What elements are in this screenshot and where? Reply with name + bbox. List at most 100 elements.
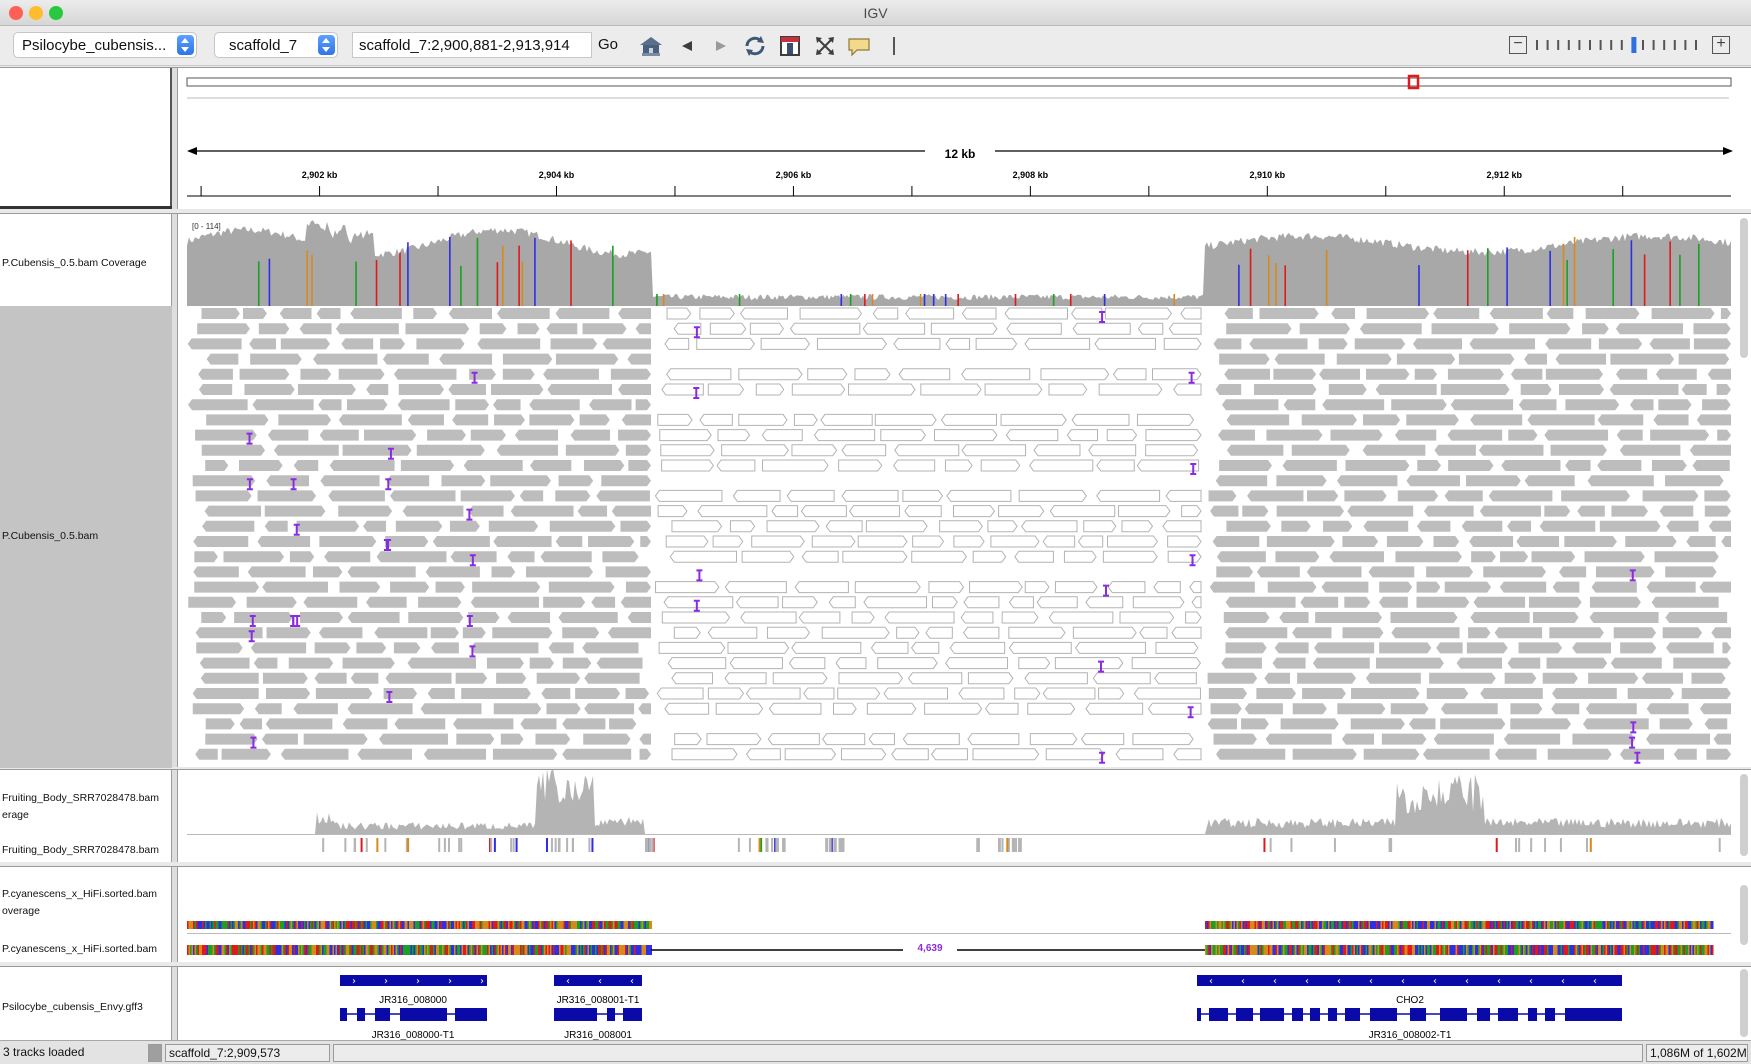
aligned-read — [799, 307, 863, 320]
zoom-slider[interactable] — [1533, 36, 1707, 56]
hifi-coverage-mismatch — [1257, 921, 1259, 929]
aligned-read — [1447, 429, 1503, 441]
aligned-read — [390, 490, 456, 502]
zoom-out-icon[interactable]: − — [1509, 36, 1527, 54]
track-name-gff[interactable]: Psilocybe_cubensis_Envy.gff3 — [2, 1001, 143, 1013]
fruiting-scrollbar[interactable] — [1740, 774, 1748, 856]
aligned-read — [1585, 308, 1640, 319]
aligned-read — [1721, 536, 1731, 547]
hifi-coverage-mismatch — [1424, 921, 1426, 929]
hifi-read-mismatch — [616, 945, 618, 955]
aligned-read — [596, 657, 643, 669]
ruler[interactable]: 12 kb 2,902 kb 2,904 kb 2,906 kb 2,908 kb 2,… — [185, 68, 1737, 210]
fit-window-icon[interactable] — [812, 33, 838, 59]
back-icon[interactable] — [674, 33, 700, 59]
alignment-scrollbar[interactable] — [1740, 218, 1748, 358]
aligned-read — [625, 581, 651, 593]
hifi-coverage-mismatch — [1347, 921, 1349, 929]
hifi-read-mismatch — [1323, 945, 1325, 955]
hifi-coverage-mismatch — [1311, 921, 1313, 929]
hifi-read-mismatch — [1623, 945, 1625, 955]
forward-icon[interactable] — [708, 33, 734, 59]
aligned-read — [1006, 322, 1062, 335]
hifi-read-mismatch — [1565, 945, 1567, 955]
track-name-hifi-coverage[interactable]: P.cyanescens_x_HiFi.sorted.bam — [2, 888, 157, 900]
aligned-read — [1544, 505, 1571, 517]
aligned-read — [1582, 323, 1609, 335]
hifi-scrollbar[interactable] — [1740, 885, 1748, 945]
aligned-read — [910, 641, 940, 654]
hifi-read-mismatch — [640, 945, 642, 955]
hifi-read-mismatch — [1514, 945, 1516, 955]
aligned-read — [1616, 429, 1643, 441]
hifi-read-mismatch — [286, 945, 288, 955]
hifi-read-mismatch — [196, 945, 198, 955]
home-icon[interactable] — [638, 33, 664, 59]
hifi-coverage-mismatch — [1274, 921, 1276, 929]
aligned-read — [529, 460, 572, 471]
hifi-coverage-mismatch — [1458, 921, 1460, 929]
genome-dropdown-stepper-icon[interactable] — [177, 35, 194, 55]
hifi-read-mismatch — [446, 945, 448, 955]
aligned-read — [820, 413, 873, 426]
aligned-read — [605, 566, 651, 578]
hifi-tracks[interactable]: 4,639 — [185, 867, 1737, 963]
hifi-coverage-mismatch — [1290, 921, 1292, 929]
aligned-read — [738, 413, 788, 426]
hifi-read-mismatch — [451, 945, 453, 955]
aligned-read — [1611, 505, 1648, 517]
hifi-coverage-mismatch — [1367, 921, 1369, 929]
track-name-coverage[interactable]: P.Cubensis_0.5.bam Coverage — [2, 257, 147, 269]
zoom-in-icon[interactable]: + — [1712, 36, 1730, 54]
hifi-read-mismatch — [1244, 945, 1246, 955]
refresh-icon[interactable] — [742, 33, 768, 59]
aligned-read — [324, 551, 371, 563]
hifi-coverage-mismatch — [194, 921, 196, 929]
hifi-coverage-mismatch — [614, 921, 616, 929]
aligned-read — [1595, 566, 1655, 578]
hifi-read-mismatch — [295, 945, 297, 955]
aligned-read — [1693, 323, 1731, 335]
hifi-coverage-mismatch — [235, 921, 237, 929]
track-name-fruiting-coverage[interactable]: Fruiting_Body_SRR7028478.bam — [2, 792, 159, 804]
track-name-alignments[interactable]: P.Cubensis_0.5.bam — [2, 530, 98, 542]
strand-arrow: ‹ — [1273, 976, 1277, 987]
aligned-read — [1322, 399, 1385, 411]
hifi-read-mismatch — [1707, 945, 1709, 955]
hifi-read-mismatch — [1211, 945, 1213, 955]
aligned-read — [666, 368, 732, 381]
coverage-track[interactable]: [0 - 114] — [185, 214, 1737, 306]
aligned-read — [715, 702, 764, 715]
aligned-read — [205, 733, 258, 745]
aligned-read — [1642, 672, 1683, 684]
aligned-read — [461, 688, 531, 699]
gene-annotation-track[interactable]: › › › › ›JR316_008000JR316_008000-T1‹ ‹ ‹JR316… — [185, 967, 1737, 1041]
locus-input[interactable] — [352, 32, 592, 58]
region-of-interest-icon[interactable] — [777, 33, 803, 59]
alignment-track[interactable] — [185, 306, 1737, 768]
genome-dropdown[interactable]: Psilocybe_cubensis... — [13, 32, 197, 58]
gff-scrollbar[interactable] — [1740, 969, 1748, 1037]
track-name-fruiting-alignments[interactable]: Fruiting_Body_SRR7028478.bam — [2, 844, 159, 856]
hifi-coverage-mismatch — [1544, 921, 1546, 929]
track-name-hifi-alignments[interactable]: P.cyanescens_x_HiFi.sorted.bam — [2, 943, 157, 955]
hifi-coverage-mismatch — [1622, 921, 1624, 929]
hifi-coverage-mismatch — [629, 921, 631, 929]
zoom-widget[interactable]: − + — [1509, 34, 1731, 58]
go-button[interactable]: Go — [598, 36, 618, 53]
fruiting-read — [1390, 838, 1393, 852]
popup-info-icon[interactable] — [846, 33, 872, 59]
aligned-read — [1139, 626, 1168, 639]
aligned-read — [500, 733, 524, 745]
hifi-coverage-mismatch — [1386, 921, 1388, 929]
chromosome-dropdown[interactable]: scaffold_7 — [214, 32, 338, 58]
aligned-read — [1014, 550, 1054, 563]
chromosome-dropdown-stepper-icon[interactable] — [318, 35, 335, 55]
memory-status[interactable]: 1,086M of 1,602M — [1646, 1044, 1748, 1062]
hifi-coverage-mismatch — [610, 921, 612, 929]
hifi-coverage-mismatch — [451, 921, 453, 929]
aligned-read — [893, 337, 941, 350]
fruiting-tracks[interactable] — [185, 770, 1737, 863]
hifi-read-mismatch — [595, 945, 597, 955]
hifi-read-mismatch — [1650, 945, 1652, 955]
